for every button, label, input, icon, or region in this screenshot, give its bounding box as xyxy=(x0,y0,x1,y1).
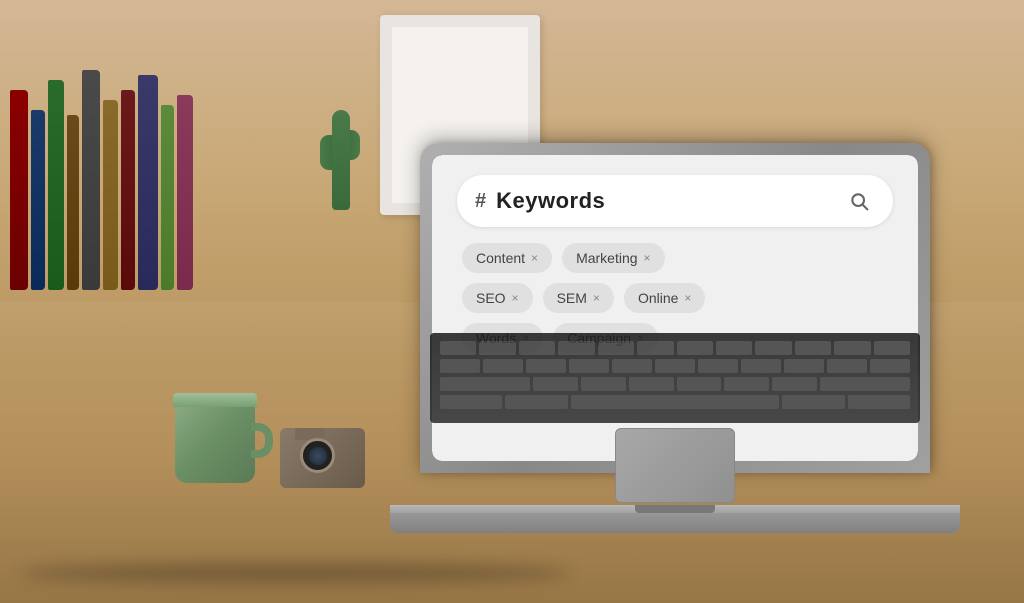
key-shift xyxy=(440,377,530,391)
key xyxy=(848,395,910,409)
key-row-2 xyxy=(440,359,910,373)
key xyxy=(505,395,567,409)
tag-seo-close[interactable]: × xyxy=(512,291,519,305)
tag-sem-label: SEM xyxy=(557,290,587,306)
tags-row-1: Content × Marketing × xyxy=(462,243,888,273)
tag-content-close[interactable]: × xyxy=(531,251,538,265)
search-icon-button[interactable] xyxy=(843,185,875,217)
laptop-base xyxy=(390,505,960,533)
key-row-3 xyxy=(440,377,910,391)
key xyxy=(755,341,791,355)
key xyxy=(677,341,713,355)
key xyxy=(581,377,626,391)
mug-rim xyxy=(173,393,257,407)
tag-online[interactable]: Online × xyxy=(624,283,705,313)
camera-body xyxy=(280,428,365,488)
key xyxy=(834,341,870,355)
key xyxy=(716,341,752,355)
tag-online-close[interactable]: × xyxy=(684,291,691,305)
laptop-shadow xyxy=(20,563,570,583)
book-1 xyxy=(10,90,28,290)
book-6 xyxy=(103,100,118,290)
laptop: # Keywords xyxy=(390,143,960,563)
hash-symbol: # xyxy=(475,190,486,213)
mug-handle xyxy=(251,423,273,458)
key xyxy=(612,359,652,373)
books-shelf xyxy=(0,30,200,290)
trackpad[interactable] xyxy=(615,428,735,503)
cactus xyxy=(320,80,360,210)
key xyxy=(655,359,695,373)
key xyxy=(440,395,502,409)
tag-seo-label: SEO xyxy=(476,290,506,306)
tag-marketing-close[interactable]: × xyxy=(644,251,651,265)
key xyxy=(629,377,674,391)
tags-row-2: SEO × SEM × Online × xyxy=(462,283,888,313)
tag-content[interactable]: Content × xyxy=(462,243,552,273)
laptop-screen-outer: # Keywords xyxy=(420,143,930,473)
camera xyxy=(280,418,370,488)
key xyxy=(558,341,594,355)
key xyxy=(827,359,867,373)
book-10 xyxy=(177,95,193,290)
book-2 xyxy=(31,110,45,290)
key xyxy=(698,359,738,373)
key xyxy=(533,377,578,391)
key xyxy=(724,377,769,391)
keyboard-rows xyxy=(430,333,920,417)
laptop-hinge xyxy=(635,505,715,513)
book-3 xyxy=(48,80,64,290)
tag-sem-close[interactable]: × xyxy=(593,291,600,305)
key xyxy=(483,359,523,373)
book-4 xyxy=(67,115,79,290)
book-7 xyxy=(121,90,135,290)
camera-lens xyxy=(300,438,335,473)
key-row-1 xyxy=(440,341,910,355)
key-row-4 xyxy=(440,395,910,409)
key xyxy=(440,341,476,355)
tag-content-label: Content xyxy=(476,250,525,266)
key-space xyxy=(571,395,779,409)
key xyxy=(874,341,910,355)
camera-lens-inner xyxy=(309,447,327,465)
key xyxy=(677,377,722,391)
search-bar[interactable]: # Keywords xyxy=(457,175,893,227)
key xyxy=(741,359,781,373)
key xyxy=(795,341,831,355)
key xyxy=(479,341,515,355)
tag-seo[interactable]: SEO × xyxy=(462,283,533,313)
key xyxy=(569,359,609,373)
key xyxy=(598,341,634,355)
key xyxy=(440,359,480,373)
book-5 xyxy=(82,70,100,290)
book-9 xyxy=(161,105,174,290)
laptop-bottom-lip xyxy=(390,513,960,533)
key-shift-right xyxy=(820,377,910,391)
mug-body xyxy=(175,393,255,483)
tag-marketing-label: Marketing xyxy=(576,250,637,266)
key xyxy=(772,377,817,391)
tag-marketing[interactable]: Marketing × xyxy=(562,243,664,273)
search-keywords-label: Keywords xyxy=(496,188,833,214)
tag-sem[interactable]: SEM × xyxy=(543,283,614,313)
key xyxy=(637,341,673,355)
key xyxy=(870,359,910,373)
tag-online-label: Online xyxy=(638,290,678,306)
book-8 xyxy=(138,75,158,290)
keyboard-area xyxy=(430,333,920,423)
key xyxy=(784,359,824,373)
cactus-body xyxy=(332,110,350,210)
key xyxy=(519,341,555,355)
key xyxy=(526,359,566,373)
key xyxy=(782,395,844,409)
coffee-mug xyxy=(175,373,270,483)
